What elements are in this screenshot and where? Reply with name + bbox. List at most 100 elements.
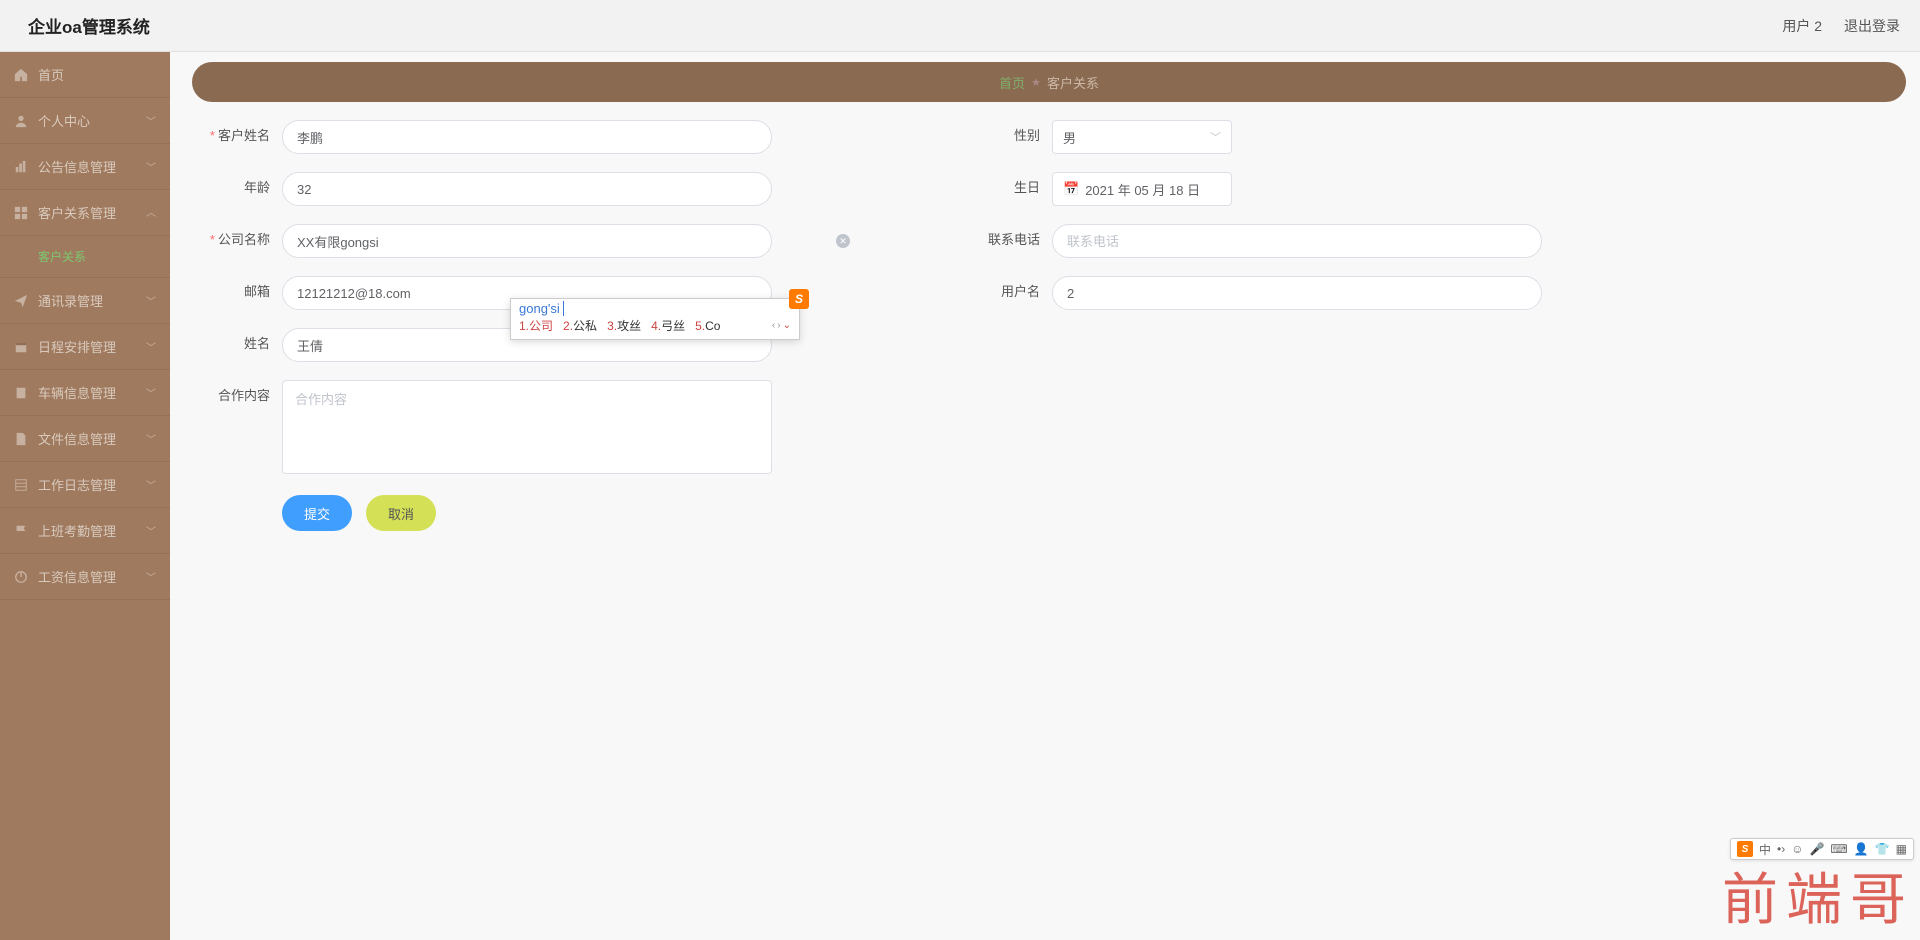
flag-icon [14,524,28,538]
chevron-down-icon: ﹀ [146,385,156,400]
ime-emoji-icon[interactable]: ☺ [1791,842,1803,856]
customer-name-input[interactable] [282,120,772,154]
logout-link[interactable]: 退出登录 [1844,16,1900,36]
ime-candidate-3[interactable]: 3.攻丝 [607,317,641,334]
label-company: *公司名称 [192,224,282,256]
ime-composition: gong'si [511,299,799,317]
sidebar-item-vehicle[interactable]: 车辆信息管理 ﹀ [0,370,170,416]
chevron-down-icon: ﹀ [146,159,156,174]
ime-prev-icon[interactable]: ‹ [772,320,775,331]
ime-toolbox-icon[interactable]: ▦ [1896,842,1907,856]
ime-candidate-1[interactable]: 1.公司 [519,317,553,334]
sidebar-item-label: 文件信息管理 [38,429,116,448]
sidebar-item-salary[interactable]: 工资信息管理﹀ [0,554,170,600]
chevron-down-icon: ﹀ [146,523,156,538]
username-input[interactable] [1052,276,1542,310]
label-phone: 联系电话 [962,224,1052,256]
main-content: 首页 ★ 客户关系 *客户姓名 年龄 *公司名称 ✕ [170,52,1920,940]
label-email: 邮箱 [192,276,282,308]
chevron-down-icon: ﹀ [146,113,156,128]
label-name: 姓名 [192,328,282,360]
clear-icon[interactable]: ✕ [836,234,850,248]
content-textarea[interactable] [282,380,772,474]
chevron-down-icon: ﹀ [146,431,156,446]
sidebar-item-label: 首页 [38,65,64,84]
sidebar-item-label: 车辆信息管理 [38,383,116,402]
user-label[interactable]: 用户 2 [1782,16,1822,36]
sidebar-item-label: 日程安排管理 [38,337,116,356]
chevron-down-icon: ﹀ [146,477,156,492]
phone-input[interactable] [1052,224,1542,258]
sidebar-item-profile[interactable]: 个人中心 ﹀ [0,98,170,144]
label-birthday: 生日 [962,172,1052,204]
chevron-up-icon: ﹀ [146,205,156,220]
sidebar-item-home[interactable]: 首页 [0,52,170,98]
calendar-icon [14,340,28,354]
sidebar-item-schedule[interactable]: 日程安排管理 ﹀ [0,324,170,370]
ime-user-icon[interactable]: 👤 [1854,842,1869,856]
breadcrumb-separator-icon: ★ [1031,76,1041,89]
app-header: 企业oa管理系统 用户 2 退出登录 [0,0,1920,52]
ime-candidate-4[interactable]: 4.弓丝 [651,317,685,334]
sidebar-item-label: 通讯录管理 [38,291,103,310]
sidebar-item-label: 客户关系管理 [38,203,116,222]
ime-skin-icon[interactable]: 👕 [1875,842,1890,856]
chart-icon [14,160,28,174]
sogou-logo-icon: S [789,289,809,309]
home-icon [14,68,28,82]
send-icon [14,294,28,308]
file-icon [14,432,28,446]
chevron-down-icon: ﹀ [146,293,156,308]
ime-voice-icon[interactable]: 🎤 [1809,842,1824,856]
gender-select[interactable]: 男 ﹀ [1052,120,1232,154]
sidebar: 首页 个人中心 ﹀ 公告信息管理 ﹀ 客户关系管理 ﹀ 客户关系 通讯录管理 ﹀ 日程安… [0,52,170,940]
ime-next-icon[interactable]: › [777,320,780,331]
label-customer-name: *客户姓名 [192,120,282,152]
ime-keyboard-icon[interactable]: ⌨ [1830,842,1847,856]
ime-expand-icon[interactable]: ⌄ [783,320,791,331]
sidebar-item-label: 上班考勤管理 [38,521,116,540]
submit-button[interactable]: 提交 [282,495,352,531]
customer-form: *客户姓名 年龄 *公司名称 ✕ 邮箱 [192,120,1906,531]
company-input[interactable] [282,224,772,258]
sidebar-item-notice[interactable]: 公告信息管理 ﹀ [0,144,170,190]
calendar-icon: 📅 [1063,181,1079,197]
sidebar-item-label: 工作日志管理 [38,475,116,494]
grid-icon [14,206,28,220]
chevron-down-icon: ﹀ [146,569,156,584]
breadcrumb-home[interactable]: 首页 [999,73,1025,92]
sidebar-item-contacts[interactable]: 通讯录管理 ﹀ [0,278,170,324]
label-age: 年龄 [192,172,282,204]
sidebar-item-worklog[interactable]: 工作日志管理 ﹀ [0,462,170,508]
grid2-icon [14,478,28,492]
chevron-down-icon: ﹀ [146,339,156,354]
app-title: 企业oa管理系统 [28,13,150,38]
sidebar-item-attendance[interactable]: 上班考勤管理 ﹀ [0,508,170,554]
ime-candidate-list: 1.公司 2.公私 3.攻丝 4.弓丝 5.Co ‹ › ⌄ [511,317,799,337]
chevron-down-icon: ﹀ [1210,129,1221,145]
age-input[interactable] [282,172,772,206]
ime-punct-icon[interactable]: •› [1777,842,1785,856]
ime-candidate-2[interactable]: 2.公私 [563,317,597,334]
sidebar-item-label: 公告信息管理 [38,157,116,176]
sidebar-item-files[interactable]: 文件信息管理 ﹀ [0,416,170,462]
sidebar-item-customer[interactable]: 客户关系管理 ﹀ [0,190,170,236]
ime-candidate-5[interactable]: 5.Co [695,319,720,333]
label-username: 用户名 [962,276,1052,308]
breadcrumb: 首页 ★ 客户关系 [192,62,1906,102]
clipboard-icon [14,386,28,400]
birthday-date-input[interactable]: 📅 2021 年 05 月 18 日 [1052,172,1232,206]
ime-candidate-popup: S gong'si 1.公司 2.公私 3.攻丝 4.弓丝 5.Co ‹ › ⌄ [510,298,800,340]
header-actions: 用户 2 退出登录 [1782,16,1900,36]
user-icon [14,114,28,128]
breadcrumb-current: 客户关系 [1047,73,1099,92]
power-icon [14,570,28,584]
cancel-button[interactable]: 取消 [366,495,436,531]
label-content: 合作内容 [192,380,282,412]
watermark: 前端哥 [1722,855,1914,936]
birthday-value: 2021 年 05 月 18 日 [1085,180,1200,199]
gender-value: 男 [1063,128,1076,147]
sidebar-sub-customer-relation[interactable]: 客户关系 [0,236,170,278]
label-gender: 性别 [962,120,1052,152]
sidebar-item-label: 个人中心 [38,111,90,130]
